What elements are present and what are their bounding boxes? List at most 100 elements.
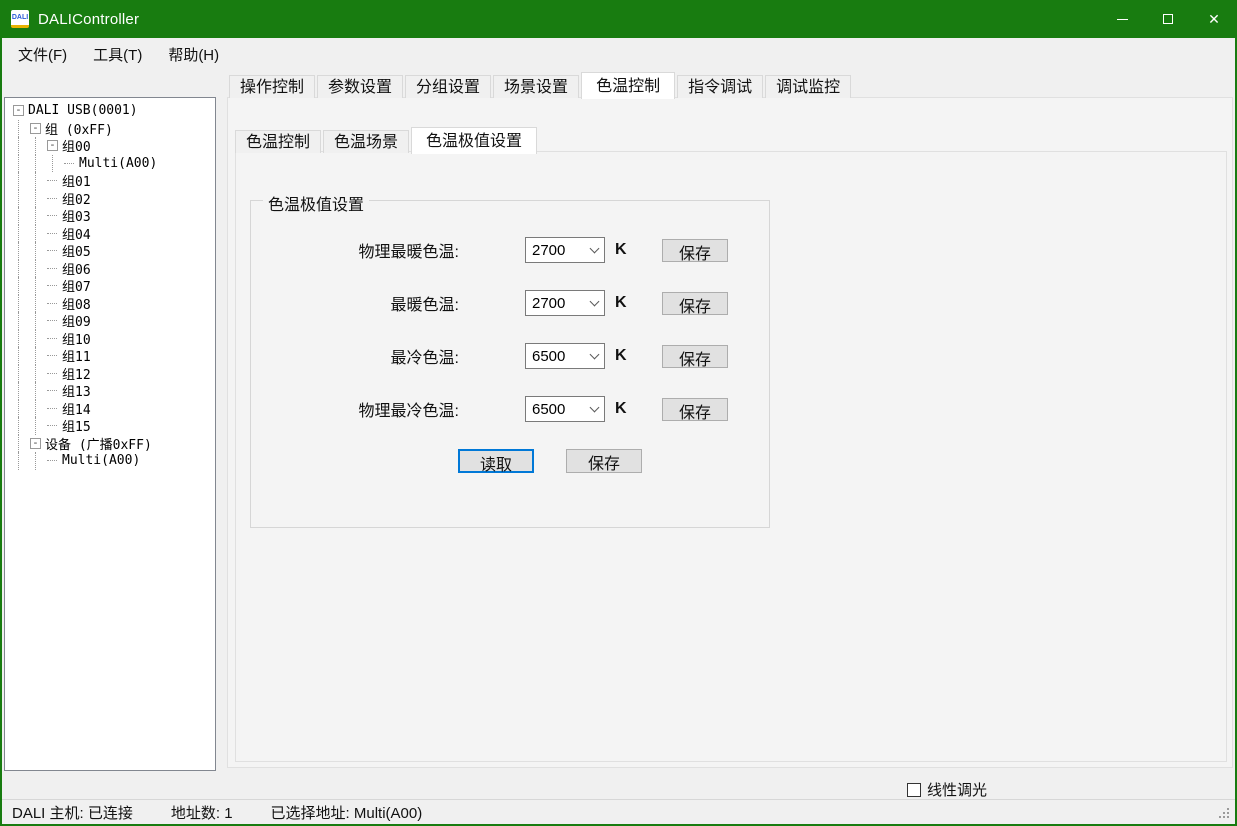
- read-button[interactable]: 读取: [458, 449, 534, 473]
- close-button[interactable]: ✕: [1191, 0, 1237, 38]
- tree-guide-line: [13, 155, 30, 173]
- tree-node-label: 组08: [62, 294, 91, 313]
- tab-色温极值设置[interactable]: 色温极值设置: [411, 127, 537, 154]
- ct-value-combobox[interactable]: 2700: [525, 237, 605, 263]
- tree-node[interactable]: 组01: [5, 172, 215, 190]
- maximize-button[interactable]: [1145, 0, 1191, 38]
- tree-node[interactable]: 组07: [5, 277, 215, 295]
- status-selected-address: 已选择地址: Multi(A00): [271, 802, 423, 823]
- tree-guide-line: [13, 207, 30, 225]
- ct-row-label: 物理最冷色温:: [251, 397, 459, 421]
- tree-guide-line: [13, 312, 30, 330]
- unit-label: K: [615, 400, 635, 418]
- tree-guide-line: [13, 120, 30, 138]
- tree-node-label: 组01: [62, 171, 91, 190]
- tree-node[interactable]: -设备 (广播0xFF): [5, 435, 215, 453]
- tree-node-label: 组00: [62, 136, 91, 155]
- tree-guide-line: [13, 452, 30, 470]
- tree-node[interactable]: Multi(A00): [5, 452, 215, 470]
- tree-leaf-connector: [47, 225, 59, 243]
- save-button[interactable]: 保存: [566, 449, 642, 473]
- linear-dimming-option[interactable]: 线性调光: [907, 779, 987, 800]
- tree-leaf-connector: [47, 417, 59, 435]
- tree-leaf-connector: [47, 347, 59, 365]
- tab-操作控制[interactable]: 操作控制: [229, 75, 315, 98]
- tree-node[interactable]: 组10: [5, 330, 215, 348]
- menu-item[interactable]: 帮助(H): [158, 38, 229, 71]
- tree-leaf-connector: [47, 295, 59, 313]
- tree-node[interactable]: 组04: [5, 225, 215, 243]
- ct-value-combobox[interactable]: 2700: [525, 290, 605, 316]
- ct-value-combobox[interactable]: 6500: [525, 343, 605, 369]
- ct-limit-row: 最冷色温:6500K保存: [251, 343, 769, 369]
- chevron-down-icon[interactable]: [584, 302, 604, 305]
- action-row: 读取 保存: [251, 449, 769, 473]
- tree-guide-line: [30, 365, 47, 383]
- tree-node[interactable]: 组06: [5, 260, 215, 278]
- chevron-down-icon[interactable]: [584, 355, 604, 358]
- tree-node[interactable]: 组02: [5, 190, 215, 208]
- tree-node[interactable]: 组12: [5, 365, 215, 383]
- tab-色温控制[interactable]: 色温控制: [581, 72, 675, 99]
- tab-分组设置[interactable]: 分组设置: [405, 75, 491, 98]
- row-save-button[interactable]: 保存: [662, 239, 728, 262]
- tree-node-label: 组10: [62, 329, 91, 348]
- tree-leaf-connector: [47, 312, 59, 330]
- tree-node-label: 组 (0xFF): [45, 119, 113, 138]
- row-save-button[interactable]: 保存: [662, 398, 728, 421]
- maximize-icon: [1163, 14, 1173, 24]
- tree-node[interactable]: 组05: [5, 242, 215, 260]
- tree-collapse-icon[interactable]: -: [47, 140, 58, 151]
- tree-node[interactable]: 组08: [5, 295, 215, 313]
- tree-guide-line: [30, 417, 47, 435]
- tree-guide-line: [30, 295, 47, 313]
- tab-参数设置[interactable]: 参数设置: [317, 75, 403, 98]
- tree-leaf-connector: [64, 155, 76, 173]
- tab-场景设置[interactable]: 场景设置: [493, 75, 579, 98]
- tree-node[interactable]: -组00: [5, 137, 215, 155]
- tree-node-label: 设备 (广播0xFF): [45, 434, 152, 453]
- tree-node[interactable]: 组14: [5, 400, 215, 418]
- tree-collapse-icon[interactable]: -: [30, 438, 41, 449]
- tree-guide-line: [30, 330, 47, 348]
- tree-collapse-icon[interactable]: -: [30, 123, 41, 134]
- row-save-button[interactable]: 保存: [662, 345, 728, 368]
- tree-node[interactable]: 组13: [5, 382, 215, 400]
- tree-node[interactable]: 组15: [5, 417, 215, 435]
- tree-node-label: 组14: [62, 399, 91, 418]
- menu-item[interactable]: 工具(T): [83, 38, 152, 71]
- tab-调试监控[interactable]: 调试监控: [765, 75, 851, 98]
- tree-collapse-icon[interactable]: -: [13, 105, 24, 116]
- tree-node[interactable]: 组09: [5, 312, 215, 330]
- tree-guide-line: [13, 172, 30, 190]
- tree-node-label: DALI USB(0001): [28, 103, 138, 118]
- tree-node[interactable]: Multi(A00): [5, 155, 215, 173]
- tree-guide-line: [13, 435, 30, 453]
- tree-node[interactable]: -DALI USB(0001): [5, 102, 215, 120]
- tree-guide-line: [30, 155, 47, 173]
- tree-node-label: 组06: [62, 259, 91, 278]
- tab-色温场景[interactable]: 色温场景: [323, 130, 409, 153]
- app-icon: DALI: [11, 10, 29, 28]
- tree-guide-line: [13, 365, 30, 383]
- tree-leaf-connector: [47, 242, 59, 260]
- tree-leaf-connector: [47, 207, 59, 225]
- tab-指令调试[interactable]: 指令调试: [677, 75, 763, 98]
- minimize-button[interactable]: [1099, 0, 1145, 38]
- ct-row-label: 最暖色温:: [251, 291, 459, 315]
- resize-grip-icon[interactable]: [1217, 808, 1229, 820]
- chevron-down-icon[interactable]: [584, 408, 604, 411]
- chevron-down-icon[interactable]: [584, 249, 604, 252]
- tree-node[interactable]: 组03: [5, 207, 215, 225]
- tree-node[interactable]: 组11: [5, 347, 215, 365]
- menu-item[interactable]: 文件(F): [8, 38, 77, 71]
- linear-dimming-checkbox[interactable]: [907, 783, 921, 797]
- tree-node[interactable]: -组 (0xFF): [5, 120, 215, 138]
- ct-combobox-value: 2700: [526, 242, 584, 259]
- tree-guide-line: [13, 190, 30, 208]
- device-tree[interactable]: -DALI USB(0001)-组 (0xFF)-组00Multi(A00)组0…: [4, 97, 216, 771]
- main-tabstrip: 操作控制参数设置分组设置场景设置色温控制指令调试调试监控: [229, 74, 853, 98]
- ct-value-combobox[interactable]: 6500: [525, 396, 605, 422]
- row-save-button[interactable]: 保存: [662, 292, 728, 315]
- tab-色温控制[interactable]: 色温控制: [235, 130, 321, 153]
